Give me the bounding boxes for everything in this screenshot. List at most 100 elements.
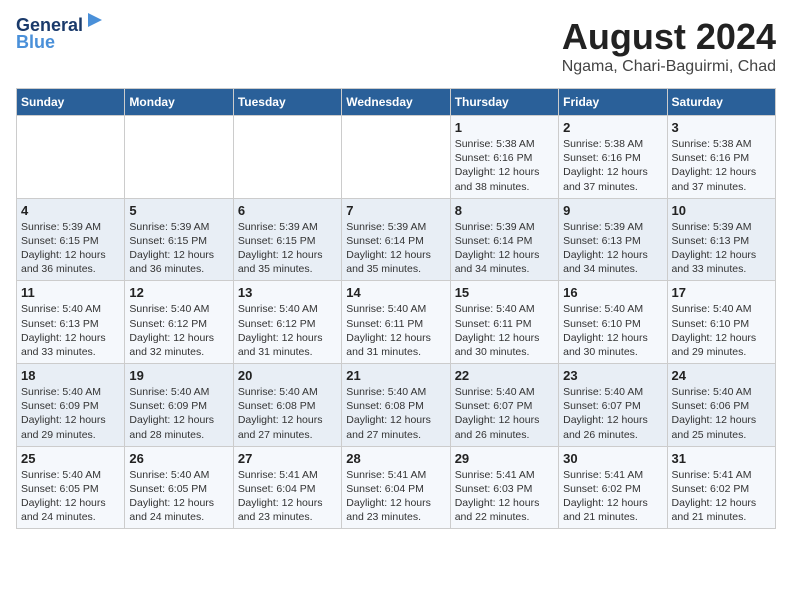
day-number: 8 <box>455 203 554 218</box>
day-info: Sunrise: 5:40 AM Sunset: 6:07 PM Dayligh… <box>455 385 554 442</box>
day-number: 23 <box>563 368 662 383</box>
calendar-cell: 25 Sunrise: 5:40 AM Sunset: 6:05 PM Dayli… <box>17 446 125 529</box>
calendar-cell: 31 Sunrise: 5:41 AM Sunset: 6:02 PM Dayli… <box>667 446 775 529</box>
calendar-cell: 23 Sunrise: 5:40 AM Sunset: 6:07 PM Dayli… <box>559 364 667 447</box>
calendar-cell: 3Sunrise: 5:38 AM Sunset: 6:16 PM Daylig… <box>667 116 775 199</box>
day-number: 30 <box>563 451 662 466</box>
calendar-cell: 14 Sunrise: 5:40 AM Sunset: 6:11 PM Dayli… <box>342 281 450 364</box>
day-number: 1 <box>455 120 554 135</box>
weekday-header-thursday: Thursday <box>450 89 558 116</box>
day-info: Sunrise: 5:40 AM Sunset: 6:05 PM Dayligh… <box>129 468 228 525</box>
weekday-header-tuesday: Tuesday <box>233 89 341 116</box>
logo: General Blue <box>16 16 104 53</box>
day-info: Sunrise: 5:39 AM Sunset: 6:13 PM Dayligh… <box>672 220 771 277</box>
calendar-cell: 15 Sunrise: 5:40 AM Sunset: 6:11 PM Dayli… <box>450 281 558 364</box>
calendar-cell: 26 Sunrise: 5:40 AM Sunset: 6:05 PM Dayli… <box>125 446 233 529</box>
calendar-cell: 17 Sunrise: 5:40 AM Sunset: 6:10 PM Dayli… <box>667 281 775 364</box>
day-number: 20 <box>238 368 337 383</box>
day-number: 10 <box>672 203 771 218</box>
weekday-header-monday: Monday <box>125 89 233 116</box>
week-row-5: 25 Sunrise: 5:40 AM Sunset: 6:05 PM Dayli… <box>17 446 776 529</box>
calendar-cell <box>17 116 125 199</box>
day-info: Sunrise: 5:40 AM Sunset: 6:11 PM Dayligh… <box>346 302 445 359</box>
day-number: 17 <box>672 285 771 300</box>
calendar-cell: 5Sunrise: 5:39 AM Sunset: 6:15 PM Daylig… <box>125 198 233 281</box>
day-info: Sunrise: 5:40 AM Sunset: 6:09 PM Dayligh… <box>21 385 120 442</box>
day-info: Sunrise: 5:41 AM Sunset: 6:02 PM Dayligh… <box>672 468 771 525</box>
calendar-cell: 7 Sunrise: 5:39 AM Sunset: 6:14 PM Daylig… <box>342 198 450 281</box>
day-info: Sunrise: 5:40 AM Sunset: 6:11 PM Dayligh… <box>455 302 554 359</box>
day-number: 13 <box>238 285 337 300</box>
day-number: 15 <box>455 285 554 300</box>
calendar-cell: 13 Sunrise: 5:40 AM Sunset: 6:12 PM Dayli… <box>233 281 341 364</box>
logo-blue-text: Blue <box>16 32 55 53</box>
day-number: 25 <box>21 451 120 466</box>
calendar-cell: 21Sunrise: 5:40 AM Sunset: 6:08 PM Dayli… <box>342 364 450 447</box>
day-info: Sunrise: 5:40 AM Sunset: 6:09 PM Dayligh… <box>129 385 228 442</box>
day-number: 14 <box>346 285 445 300</box>
day-info: Sunrise: 5:40 AM Sunset: 6:05 PM Dayligh… <box>21 468 120 525</box>
day-info: Sunrise: 5:41 AM Sunset: 6:03 PM Dayligh… <box>455 468 554 525</box>
weekday-header-saturday: Saturday <box>667 89 775 116</box>
day-info: Sunrise: 5:40 AM Sunset: 6:10 PM Dayligh… <box>563 302 662 359</box>
day-number: 3 <box>672 120 771 135</box>
week-row-2: 4 Sunrise: 5:39 AM Sunset: 6:15 PM Daylig… <box>17 198 776 281</box>
day-info: Sunrise: 5:39 AM Sunset: 6:15 PM Dayligh… <box>129 220 228 277</box>
weekday-header-sunday: Sunday <box>17 89 125 116</box>
day-info: Sunrise: 5:39 AM Sunset: 6:15 PM Dayligh… <box>21 220 120 277</box>
day-number: 28 <box>346 451 445 466</box>
week-row-3: 11Sunrise: 5:40 AM Sunset: 6:13 PM Dayli… <box>17 281 776 364</box>
week-row-4: 18Sunrise: 5:40 AM Sunset: 6:09 PM Dayli… <box>17 364 776 447</box>
day-info: Sunrise: 5:41 AM Sunset: 6:04 PM Dayligh… <box>346 468 445 525</box>
month-year-title: August 2024 <box>562 16 776 58</box>
day-number: 31 <box>672 451 771 466</box>
day-info: Sunrise: 5:39 AM Sunset: 6:13 PM Dayligh… <box>563 220 662 277</box>
calendar-cell <box>125 116 233 199</box>
calendar-cell <box>233 116 341 199</box>
day-number: 6 <box>238 203 337 218</box>
day-number: 7 <box>346 203 445 218</box>
day-info: Sunrise: 5:41 AM Sunset: 6:02 PM Dayligh… <box>563 468 662 525</box>
day-number: 19 <box>129 368 228 383</box>
calendar-cell: 10 Sunrise: 5:39 AM Sunset: 6:13 PM Dayli… <box>667 198 775 281</box>
calendar-cell: 4 Sunrise: 5:39 AM Sunset: 6:15 PM Daylig… <box>17 198 125 281</box>
day-info: Sunrise: 5:40 AM Sunset: 6:12 PM Dayligh… <box>238 302 337 359</box>
calendar-cell: 22 Sunrise: 5:40 AM Sunset: 6:07 PM Dayli… <box>450 364 558 447</box>
day-info: Sunrise: 5:40 AM Sunset: 6:06 PM Dayligh… <box>672 385 771 442</box>
day-info: Sunrise: 5:40 AM Sunset: 6:08 PM Dayligh… <box>238 385 337 442</box>
day-info: Sunrise: 5:40 AM Sunset: 6:12 PM Dayligh… <box>129 302 228 359</box>
calendar-cell: 9 Sunrise: 5:39 AM Sunset: 6:13 PM Daylig… <box>559 198 667 281</box>
calendar-cell: 30 Sunrise: 5:41 AM Sunset: 6:02 PM Dayli… <box>559 446 667 529</box>
day-info: Sunrise: 5:38 AM Sunset: 6:16 PM Dayligh… <box>563 137 662 194</box>
day-info: Sunrise: 5:40 AM Sunset: 6:07 PM Dayligh… <box>563 385 662 442</box>
calendar-cell: 28 Sunrise: 5:41 AM Sunset: 6:04 PM Dayli… <box>342 446 450 529</box>
day-number: 4 <box>21 203 120 218</box>
day-info: Sunrise: 5:41 AM Sunset: 6:04 PM Dayligh… <box>238 468 337 525</box>
day-number: 12 <box>129 285 228 300</box>
logo-arrow-icon <box>86 11 104 29</box>
title-section: August 2024 Ngama, Chari-Baguirmi, Chad <box>562 16 776 76</box>
day-number: 9 <box>563 203 662 218</box>
day-number: 22 <box>455 368 554 383</box>
location-subtitle: Ngama, Chari-Baguirmi, Chad <box>562 58 776 76</box>
calendar-cell: 20 Sunrise: 5:40 AM Sunset: 6:08 PM Dayli… <box>233 364 341 447</box>
header: General Blue August 2024 Ngama, Chari-Ba… <box>16 16 776 76</box>
calendar-cell: 24Sunrise: 5:40 AM Sunset: 6:06 PM Dayli… <box>667 364 775 447</box>
calendar-table: SundayMondayTuesdayWednesdayThursdayFrid… <box>16 88 776 529</box>
day-number: 27 <box>238 451 337 466</box>
day-info: Sunrise: 5:38 AM Sunset: 6:16 PM Dayligh… <box>455 137 554 194</box>
calendar-cell: 16Sunrise: 5:40 AM Sunset: 6:10 PM Dayli… <box>559 281 667 364</box>
day-number: 26 <box>129 451 228 466</box>
day-info: Sunrise: 5:40 AM Sunset: 6:10 PM Dayligh… <box>672 302 771 359</box>
calendar-cell: 8 Sunrise: 5:39 AM Sunset: 6:14 PM Daylig… <box>450 198 558 281</box>
calendar-cell: 27 Sunrise: 5:41 AM Sunset: 6:04 PM Dayli… <box>233 446 341 529</box>
calendar-cell: 29 Sunrise: 5:41 AM Sunset: 6:03 PM Dayli… <box>450 446 558 529</box>
day-number: 29 <box>455 451 554 466</box>
day-info: Sunrise: 5:39 AM Sunset: 6:14 PM Dayligh… <box>455 220 554 277</box>
calendar-cell: 11Sunrise: 5:40 AM Sunset: 6:13 PM Dayli… <box>17 281 125 364</box>
calendar-cell <box>342 116 450 199</box>
day-info: Sunrise: 5:39 AM Sunset: 6:14 PM Dayligh… <box>346 220 445 277</box>
day-number: 2 <box>563 120 662 135</box>
calendar-cell: 2 Sunrise: 5:38 AM Sunset: 6:16 PM Daylig… <box>559 116 667 199</box>
calendar-cell: 12 Sunrise: 5:40 AM Sunset: 6:12 PM Dayli… <box>125 281 233 364</box>
